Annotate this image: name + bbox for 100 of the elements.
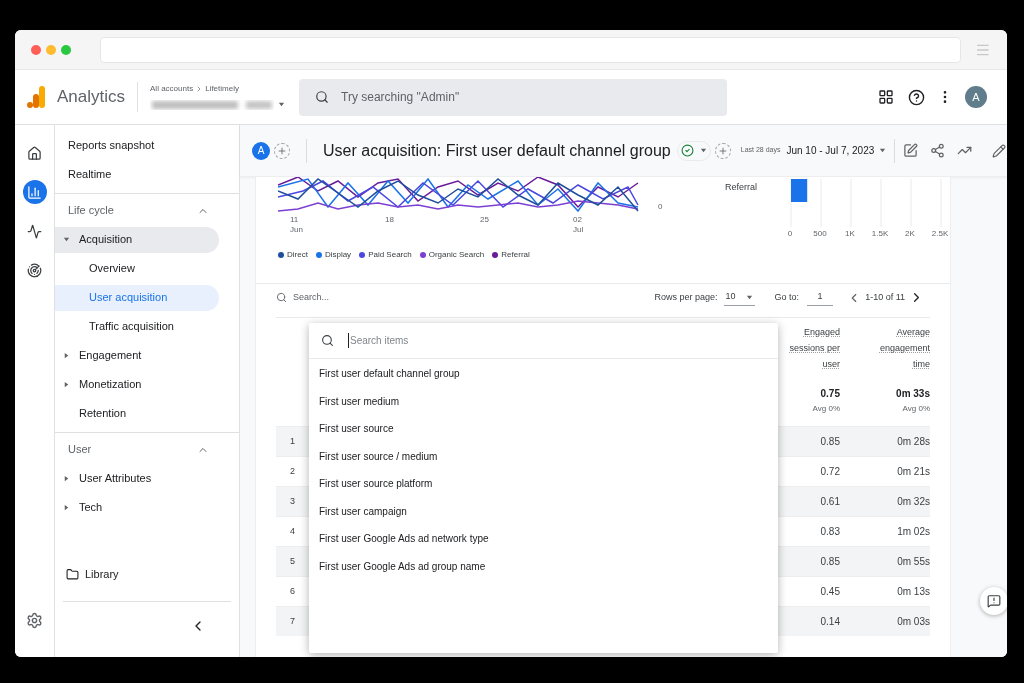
- axis-tick-label: 1K: [845, 228, 855, 240]
- nav-item[interactable]: User acquisition: [55, 284, 219, 311]
- share-icon[interactable]: [930, 143, 946, 158]
- category-label: Referral: [725, 181, 758, 194]
- total-note: Avg 0%: [902, 403, 930, 415]
- axis-tick-label: 2.5K: [931, 228, 949, 240]
- product-name: Analytics: [57, 86, 126, 109]
- settings-icon[interactable]: [26, 612, 43, 629]
- search-field[interactable]: Try searching "Admin": [299, 78, 728, 116]
- nav-item[interactable]: Reports snapshot: [68, 137, 155, 154]
- table-cell-text: 0m 28s: [897, 435, 930, 449]
- menu-item[interactable]: First user source / medium: [309, 442, 778, 470]
- analytics-logo: [27, 86, 45, 108]
- nav-item[interactable]: User Attributes: [55, 465, 219, 492]
- search-icon: [276, 292, 287, 303]
- caret-icon: [63, 236, 70, 243]
- legend-label: Display: [324, 249, 352, 261]
- date-range-picker[interactable]: Jun 10 - Jul 7, 2023: [786, 143, 887, 158]
- table-cell-text: 0.85: [820, 435, 840, 449]
- breadcrumb-link[interactable]: All accounts: [150, 82, 194, 95]
- row-number: 5: [289, 554, 296, 568]
- table-cell-text: 0.72: [820, 465, 840, 479]
- nav-item[interactable]: Traffic acquisition: [55, 313, 219, 340]
- plus-icon: [717, 145, 728, 156]
- axis-tick-label: 0: [658, 201, 663, 213]
- axis-tick-label: 1.5K: [871, 228, 889, 240]
- check-circle-icon: [680, 144, 694, 157]
- bar-chart-icon[interactable]: [22, 180, 47, 204]
- row-number: 6: [289, 584, 296, 598]
- caret-icon: [63, 352, 70, 359]
- nav-item[interactable]: Monetization: [55, 371, 219, 398]
- table-cell-text: 0m 21s: [897, 465, 930, 479]
- table-cell-text: 0.45: [820, 585, 840, 599]
- breadcrumb-link[interactable]: Lifetimely: [205, 82, 239, 95]
- axis-tick-label: 11 Jun: [290, 215, 303, 235]
- caret-icon: [699, 147, 707, 154]
- legend-label: Referral: [501, 249, 530, 261]
- total-note: Avg 0%: [812, 403, 840, 415]
- row-number: 7: [289, 614, 296, 628]
- user-avatar[interactable]: A: [965, 86, 987, 108]
- nav-item[interactable]: Realtime: [68, 166, 112, 183]
- feedback-icon: [986, 594, 1001, 608]
- caret-icon: [63, 381, 70, 388]
- nav-item[interactable]: Acquisition: [55, 226, 219, 253]
- table-cell-text: 0.61: [820, 495, 840, 509]
- total-value: 0m 33s: [896, 387, 930, 401]
- axis-tick-label: 18: [385, 215, 394, 225]
- folder-icon: [66, 568, 79, 581]
- section-header[interactable]: Life cycle: [55, 196, 239, 225]
- menu-item[interactable]: First user Google Ads ad group name: [309, 552, 778, 580]
- table-cell-text: 0m 03s: [897, 615, 930, 629]
- library-link[interactable]: Library: [55, 560, 239, 589]
- menu-item[interactable]: First user Google Ads ad network type: [309, 525, 778, 553]
- pencil-icon[interactable]: [992, 143, 1007, 158]
- plus-icon: [277, 145, 287, 156]
- help-icon[interactable]: [908, 88, 925, 106]
- nav-item[interactable]: Retention: [55, 400, 219, 427]
- table-search-field[interactable]: Search...: [276, 290, 655, 305]
- apps-icon[interactable]: [878, 89, 894, 105]
- edit-report-icon[interactable]: [903, 143, 919, 158]
- table-cell-text: 0m 13s: [897, 585, 930, 599]
- comparison-avatar[interactable]: A: [252, 141, 270, 160]
- axis-tick-label: 2K: [905, 228, 915, 240]
- nav-item[interactable]: Tech: [55, 494, 219, 521]
- feedback-button[interactable]: [979, 587, 1007, 615]
- total-value: 0.75: [820, 387, 840, 401]
- axis-tick-label: 02 Jul: [573, 215, 584, 235]
- legend-label: Direct: [287, 249, 308, 261]
- report-title: User acquisition: First user default channel group: [323, 140, 671, 161]
- row-number: 4: [289, 524, 296, 538]
- search-icon: [321, 334, 334, 347]
- column-header[interactable]: Average engagement time: [864, 324, 930, 378]
- legend-label: Paid Search: [368, 249, 412, 261]
- table-cell-text: 0.83: [820, 525, 840, 539]
- nav-item[interactable]: Engagement: [55, 342, 219, 369]
- legend-label: Organic Search: [428, 249, 485, 261]
- caret-icon: [63, 504, 70, 511]
- caret-icon: [879, 147, 887, 154]
- rows-per-page-select[interactable]: 10: [723, 289, 755, 306]
- search-icon: [315, 90, 330, 104]
- table-cell-text: 0m 55s: [897, 555, 930, 569]
- table-cell-text: 0m 32s: [897, 495, 930, 509]
- axis-tick-label: 25: [480, 215, 489, 225]
- row-number: 1: [289, 434, 296, 448]
- menu-item[interactable]: First user source: [309, 415, 778, 443]
- table-cell-text: 1m 02s: [897, 525, 930, 539]
- axis-tick-label: 500: [813, 228, 827, 240]
- goto-field[interactable]: 1: [807, 289, 834, 306]
- section-header[interactable]: User: [55, 435, 239, 464]
- account-caret-icon: [278, 101, 286, 108]
- menu-search-field[interactable]: Search items: [309, 323, 778, 359]
- nav-item[interactable]: Overview: [55, 255, 219, 282]
- caret-icon: [63, 475, 70, 482]
- menu-item[interactable]: First user medium: [309, 387, 778, 415]
- table-cell-text: 0.85: [820, 555, 840, 569]
- menu-item[interactable]: First user campaign: [309, 497, 778, 525]
- row-number: 3: [289, 494, 296, 508]
- rows-per-page-label: Rows per page:: [654, 290, 718, 304]
- menu-item[interactable]: First user source platform: [309, 470, 778, 498]
- table-cell-text: 0.14: [820, 615, 840, 629]
